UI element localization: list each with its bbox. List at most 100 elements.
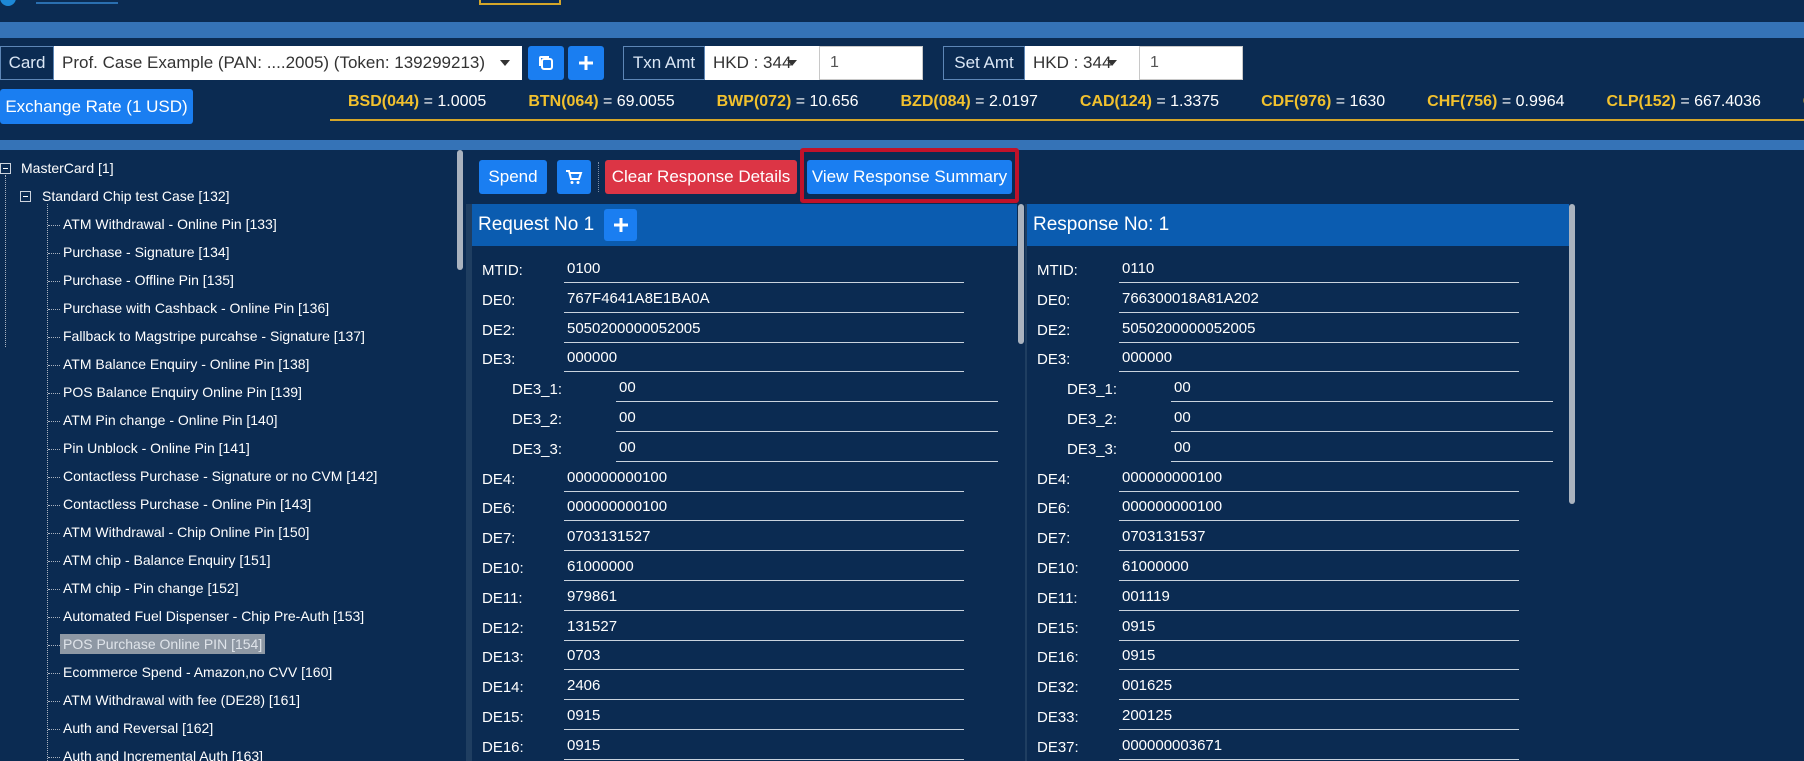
tree-item[interactable]: ATM chip - Pin change [152] bbox=[63, 578, 239, 598]
txn-amount-input[interactable]: 1 bbox=[819, 46, 923, 80]
tree-connector bbox=[48, 225, 60, 226]
collapse-toggle[interactable] bbox=[0, 163, 11, 174]
field-value[interactable]: 001119 bbox=[1119, 587, 1519, 611]
add-request-button[interactable] bbox=[604, 209, 638, 241]
collapse-toggle[interactable] bbox=[20, 191, 31, 202]
tree-connector bbox=[48, 505, 60, 506]
tree-scrollbar[interactable] bbox=[455, 150, 465, 761]
tree-item[interactable]: Contactless Purchase - Online Pin [143] bbox=[63, 494, 311, 514]
clear-response-button[interactable]: Clear Response Details bbox=[605, 160, 797, 194]
field-value[interactable]: 000000 bbox=[1119, 348, 1519, 373]
spend-button[interactable]: Spend bbox=[479, 160, 547, 194]
set-currency-select[interactable]: HKD : 344 bbox=[1025, 46, 1139, 80]
field-value[interactable]: 000000000100 bbox=[564, 468, 964, 492]
field-value[interactable]: 000000003671 bbox=[1119, 736, 1519, 760]
response-scrollbar[interactable] bbox=[1568, 204, 1576, 761]
tree-item[interactable]: POS Balance Enquiry Online Pin [139] bbox=[63, 382, 302, 402]
field-label: DE33: bbox=[1037, 709, 1079, 726]
exchange-rate-item: CLP(152) = 667.4036 bbox=[1607, 93, 1761, 111]
top-menu-box[interactable] bbox=[479, 0, 561, 5]
field-label: DE0: bbox=[1037, 291, 1071, 309]
field-value[interactable]: 00 bbox=[616, 408, 998, 432]
field-value[interactable]: 0703 bbox=[564, 646, 964, 671]
tree-item[interactable]: Auth and Incremental Auth [163] bbox=[63, 746, 263, 761]
set-amount-input[interactable]: 1 bbox=[1139, 46, 1243, 80]
field-value[interactable]: 0915 bbox=[1119, 646, 1519, 671]
tree-item[interactable]: ATM Withdrawal - Online Pin [133] bbox=[63, 214, 277, 234]
field-value[interactable]: 000000 bbox=[564, 348, 964, 373]
field-label: DE6: bbox=[482, 500, 516, 518]
field-value[interactable]: 0915 bbox=[564, 706, 964, 730]
field-value[interactable]: 001625 bbox=[1119, 676, 1519, 701]
chevron-down-icon bbox=[787, 60, 797, 66]
field-value[interactable]: 61000000 bbox=[1119, 557, 1519, 581]
field-value[interactable]: 2406 bbox=[564, 676, 964, 701]
field-value[interactable]: 0915 bbox=[564, 736, 964, 760]
field-label: DE37: bbox=[1037, 738, 1079, 756]
field-value[interactable]: 200125 bbox=[1119, 706, 1519, 730]
field-value[interactable]: 00 bbox=[1171, 378, 1553, 403]
field-value[interactable]: 0915 bbox=[1119, 617, 1519, 641]
tree-item[interactable]: Automated Fuel Dispenser - Chip Pre-Auth… bbox=[63, 606, 364, 626]
field-value[interactable]: 00 bbox=[1171, 438, 1553, 462]
tree-connector bbox=[48, 729, 60, 730]
tree-item[interactable]: Auth and Reversal [162] bbox=[63, 718, 213, 738]
tree-connector bbox=[48, 533, 60, 534]
field-value[interactable]: 5050200000052005 bbox=[1119, 319, 1519, 343]
field-label: DE7: bbox=[1037, 530, 1071, 548]
tree-item[interactable]: ATM Pin change - Online Pin [140] bbox=[63, 410, 278, 430]
request-header: Request No 1 bbox=[472, 204, 1017, 246]
currency-code: BTN(064) bbox=[528, 93, 599, 110]
field-value[interactable]: 00 bbox=[616, 438, 998, 462]
tree-item[interactable]: Purchase with Cashback - Online Pin [136… bbox=[63, 298, 329, 318]
tree-group[interactable]: Standard Chip test Case [132] bbox=[42, 186, 230, 206]
field-label: DE3_3: bbox=[1067, 440, 1118, 458]
field-value[interactable]: 00 bbox=[616, 378, 998, 403]
card-select[interactable]: Prof. Case Example (PAN: ....2005) (Toke… bbox=[54, 46, 522, 80]
add-card-button[interactable] bbox=[568, 46, 604, 80]
response-scrollbar-thumb[interactable] bbox=[1569, 204, 1575, 504]
chevron-down-icon bbox=[500, 60, 510, 66]
tree-item[interactable]: Ecommerce Spend - Amazon,no CVV [160] bbox=[63, 662, 332, 682]
cart-button[interactable] bbox=[557, 160, 591, 194]
field-value[interactable]: 0703131537 bbox=[1119, 527, 1519, 552]
field-value[interactable]: 000000000100 bbox=[1119, 468, 1519, 492]
txn-currency-select[interactable]: HKD : 344 bbox=[705, 46, 819, 80]
tree-connector bbox=[5, 175, 6, 347]
exchange-rate-button[interactable]: Exchange Rate (1 USD) bbox=[0, 89, 193, 124]
field-value[interactable]: 0110 bbox=[1119, 259, 1519, 283]
tree-item[interactable]: ATM Withdrawal with fee (DE28) [161] bbox=[63, 690, 300, 710]
tree-item[interactable]: Purchase - Offline Pin [135] bbox=[63, 270, 234, 290]
field-value[interactable]: 131527 bbox=[564, 617, 964, 641]
field-value[interactable]: 000000000100 bbox=[1119, 497, 1519, 522]
card-label: Card bbox=[0, 46, 54, 80]
field-value[interactable]: 0100 bbox=[564, 259, 964, 283]
tree-item[interactable]: Contactless Purchase - Signature or no C… bbox=[63, 466, 377, 486]
tree-item[interactable]: Pin Unblock - Online Pin [141] bbox=[63, 438, 250, 458]
field-value[interactable]: 00 bbox=[1171, 408, 1553, 432]
tree-item[interactable]: Purchase - Signature [134] bbox=[63, 242, 230, 262]
plus-icon bbox=[613, 218, 628, 232]
field-value[interactable]: 979861 bbox=[564, 587, 964, 611]
response-title: Response No: 1 bbox=[1033, 214, 1170, 235]
tree-item[interactable]: Fallback to Magstripe purcahse - Signatu… bbox=[63, 326, 365, 346]
tree-root[interactable]: MasterCard [1] bbox=[21, 158, 114, 178]
copy-card-button[interactable] bbox=[528, 46, 564, 80]
tree-item[interactable]: POS Purchase Online PIN [154] bbox=[60, 634, 266, 654]
field-value[interactable]: 61000000 bbox=[564, 557, 964, 581]
view-response-summary-button[interactable]: View Response Summary bbox=[807, 160, 1012, 194]
field-value[interactable]: 5050200000052005 bbox=[564, 319, 964, 343]
tree-item[interactable]: ATM chip - Balance Enquiry [151] bbox=[63, 550, 271, 570]
field-value[interactable]: 0703131527 bbox=[564, 527, 964, 552]
tree-item[interactable]: ATM Withdrawal - Chip Online Pin [150] bbox=[63, 522, 309, 542]
logo bbox=[0, 0, 118, 6]
field-value[interactable]: 766300018A81A202 bbox=[1119, 289, 1519, 313]
field-value[interactable]: 767F4641A8E1BA0A bbox=[564, 289, 964, 313]
request-scrollbar[interactable] bbox=[1017, 204, 1025, 761]
tree-scrollbar-thumb[interactable] bbox=[457, 150, 463, 270]
chevron-down-icon bbox=[1107, 60, 1117, 66]
field-value[interactable]: 000000000100 bbox=[564, 497, 964, 522]
request-scrollbar-thumb[interactable] bbox=[1018, 204, 1024, 344]
top-bar bbox=[0, 0, 1804, 22]
tree-item[interactable]: ATM Balance Enquiry - Online Pin [138] bbox=[63, 354, 309, 374]
